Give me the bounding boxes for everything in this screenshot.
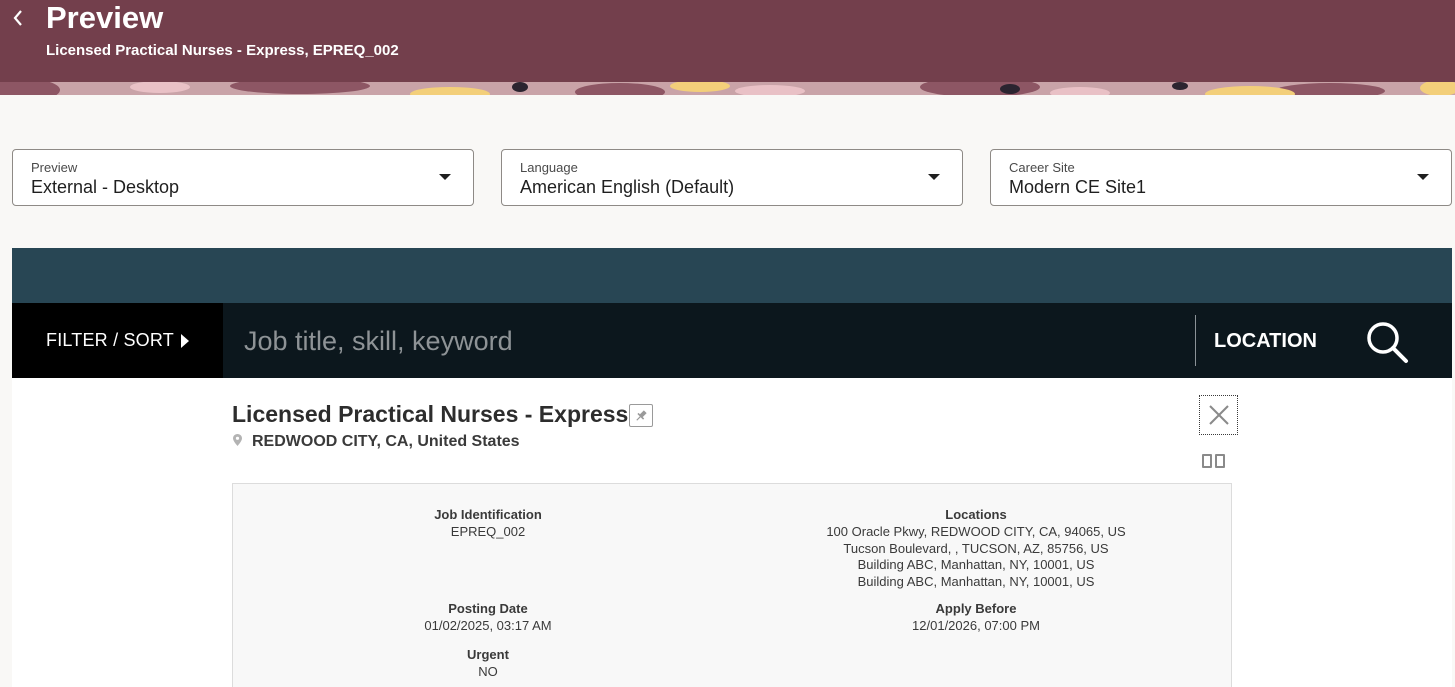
apply-before-label: Apply Before xyxy=(935,601,1017,616)
caret-down-icon xyxy=(1417,174,1429,180)
language-select[interactable]: Language American English (Default) xyxy=(501,149,963,206)
chevron-left-icon xyxy=(13,10,22,26)
location-line: Building ABC, Manhattan, NY, 10001, US xyxy=(857,557,1095,572)
urgent-value: NO xyxy=(478,664,498,679)
job-id-field: Job Identification EPREQ_002 xyxy=(328,506,648,541)
caret-down-icon xyxy=(928,174,940,180)
split-view-icon xyxy=(1202,454,1212,468)
close-icon xyxy=(1208,405,1229,425)
decorative-banner xyxy=(0,82,1455,95)
location-button[interactable]: LOCATION xyxy=(1214,329,1317,353)
language-select-value: American English (Default) xyxy=(520,177,735,197)
keyword-search-input[interactable] xyxy=(244,319,1174,363)
split-view-button[interactable] xyxy=(1202,454,1228,470)
job-search-bar: FILTER / SORT LOCATION xyxy=(12,303,1452,378)
search-button[interactable] xyxy=(1364,319,1410,365)
career-site-select[interactable]: Career Site Modern CE Site1 xyxy=(990,149,1452,206)
language-select-label: Language xyxy=(520,160,578,175)
pin-icon xyxy=(636,409,647,421)
map-pin-icon xyxy=(233,434,242,446)
page-subtitle: Licensed Practical Nurses - Express, EPR… xyxy=(46,42,399,59)
apply-before-value: 12/01/2026, 07:00 PM xyxy=(912,618,1040,633)
urgent-label: Urgent xyxy=(467,647,509,662)
locations-label: Locations xyxy=(945,507,1007,522)
caret-right-icon xyxy=(181,334,189,348)
filter-sort-button[interactable]: FILTER / SORT xyxy=(12,303,223,378)
search-divider xyxy=(1195,315,1196,366)
posting-date-value: 01/02/2025, 03:17 AM xyxy=(424,618,552,633)
career-site-header-band xyxy=(12,248,1452,303)
posting-date-label: Posting Date xyxy=(448,601,528,616)
search-icon xyxy=(1367,322,1408,363)
close-button[interactable] xyxy=(1199,395,1238,435)
location-line: Building ABC, Manhattan, NY, 10001, US xyxy=(857,573,1095,589)
pin-button[interactable] xyxy=(629,404,653,427)
posting-date-field: Posting Date 01/02/2025, 03:17 AM xyxy=(328,600,648,635)
preview-select-value: External - Desktop xyxy=(31,177,180,197)
job-location: REDWOOD CITY, CA, United States xyxy=(252,433,520,450)
page-header: Preview Licensed Practical Nurses - Expr… xyxy=(0,0,1455,82)
job-id-value: EPREQ_002 xyxy=(450,524,526,539)
split-view-icon xyxy=(1215,454,1225,468)
filter-sort-label: FILTER / SORT xyxy=(46,330,174,350)
career-site-select-value: Modern CE Site1 xyxy=(1009,177,1147,197)
preview-select[interactable]: Preview External - Desktop xyxy=(12,149,474,206)
location-line: 100 Oracle Pkwy, REDWOOD CITY, CA, 94065… xyxy=(826,524,1126,539)
career-site-select-label: Career Site xyxy=(1009,160,1075,175)
preview-select-label: Preview xyxy=(31,160,78,175)
job-details-card: Job Identification EPREQ_002 Locations 1… xyxy=(232,483,1232,687)
job-id-label: Job Identification xyxy=(434,507,542,522)
urgent-field: Urgent NO xyxy=(328,646,648,681)
job-detail-panel: Licensed Practical Nurses - Express REDW… xyxy=(12,378,1452,687)
back-button[interactable] xyxy=(8,6,28,30)
page-title: Preview xyxy=(46,0,164,35)
caret-down-icon xyxy=(439,174,451,180)
job-title: Licensed Practical Nurses - Express xyxy=(232,401,629,427)
location-line: Tucson Boulevard, , TUCSON, AZ, 85756, U… xyxy=(843,540,1109,556)
locations-field: Locations 100 Oracle Pkwy, REDWOOD CITY,… xyxy=(816,506,1136,590)
apply-before-field: Apply Before 12/01/2026, 07:00 PM xyxy=(816,600,1136,635)
